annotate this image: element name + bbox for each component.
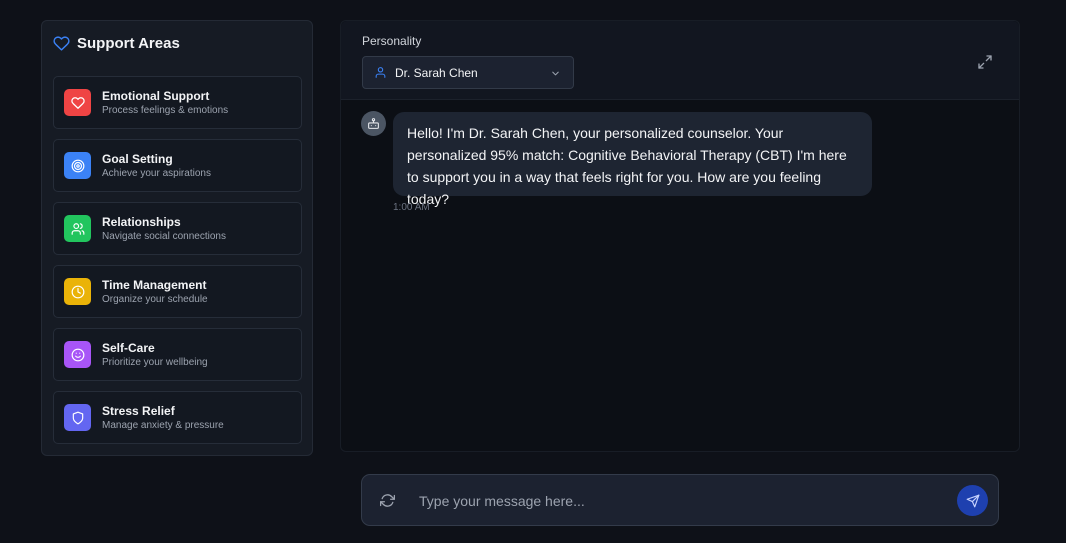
area-subtitle: Prioritize your wellbeing	[102, 356, 208, 368]
shield-icon	[64, 404, 91, 431]
user-icon	[375, 67, 386, 78]
area-title: Emotional Support	[102, 88, 210, 103]
heart-icon	[64, 89, 91, 116]
area-title: Time Management	[102, 277, 207, 292]
target-icon	[64, 152, 91, 179]
send-button[interactable]	[957, 485, 988, 516]
message-input[interactable]	[419, 489, 939, 513]
chat-header: Personality Dr. Sarah Chen	[341, 21, 1019, 100]
users-icon	[64, 215, 91, 242]
refresh-icon[interactable]	[380, 493, 395, 508]
sidebar-title-text: Support Areas	[77, 35, 180, 52]
send-icon	[966, 494, 979, 507]
area-emotional-support[interactable]: Emotional Support Process feelings & emo…	[53, 76, 302, 129]
area-subtitle: Achieve your aspirations	[102, 167, 211, 179]
bot-avatar	[361, 111, 386, 136]
message-input-bar	[361, 474, 999, 526]
area-title: Goal Setting	[102, 151, 173, 166]
area-subtitle: Organize your schedule	[102, 293, 208, 305]
sidebar-title: Support Areas	[53, 35, 180, 52]
area-title: Stress Relief	[102, 403, 175, 418]
support-areas-sidebar: Support Areas Emotional Support Process …	[41, 20, 313, 456]
area-time-management[interactable]: Time Management Organize your schedule	[53, 265, 302, 318]
area-goal-setting[interactable]: Goal Setting Achieve your aspirations	[53, 139, 302, 192]
smile-icon	[64, 341, 91, 368]
personality-selected-value: Dr. Sarah Chen	[395, 65, 478, 80]
area-subtitle: Manage anxiety & pressure	[102, 419, 224, 431]
heart-outline-icon	[53, 36, 70, 51]
bot-icon	[368, 118, 379, 129]
message-timestamp: 1:00 AM	[393, 202, 430, 213]
bot-message-bubble: Hello! I'm Dr. Sarah Chen, your personal…	[393, 112, 872, 207]
area-subtitle: Navigate social connections	[102, 230, 226, 242]
chevron-down-icon	[552, 71, 559, 76]
area-title: Relationships	[102, 214, 181, 229]
expand-icon[interactable]	[977, 54, 993, 70]
area-relationships[interactable]: Relationships Navigate social connection…	[53, 202, 302, 255]
area-subtitle: Process feelings & emotions	[102, 104, 229, 116]
personality-label: Personality	[362, 34, 422, 48]
area-stress-relief[interactable]: Stress Relief Manage anxiety & pressure	[53, 391, 302, 444]
area-self-care[interactable]: Self-Care Prioritize your wellbeing	[53, 328, 302, 381]
clock-icon	[64, 278, 91, 305]
chat-panel: Personality Dr. Sarah Chen Hello! I'm Dr…	[340, 20, 1020, 452]
personality-dropdown[interactable]: Dr. Sarah Chen	[362, 56, 574, 89]
area-title: Self-Care	[102, 340, 155, 355]
